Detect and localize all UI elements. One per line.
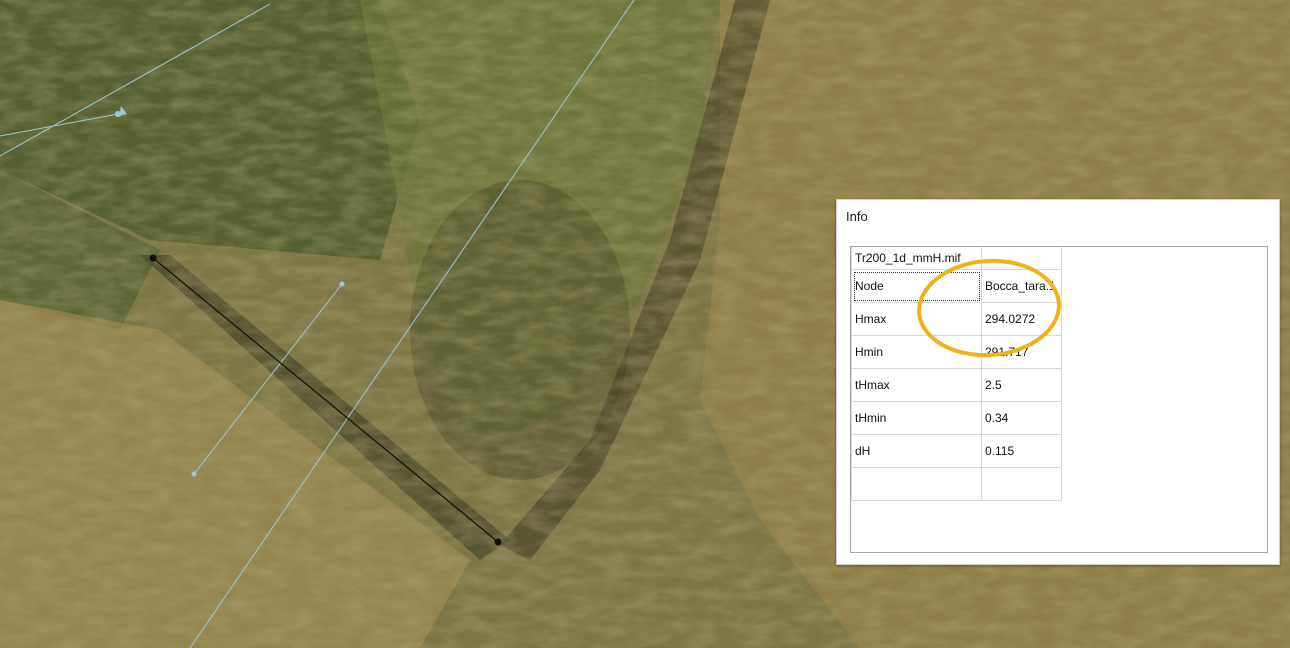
file-value-cell[interactable] bbox=[981, 247, 1062, 270]
table-row: Node Bocca_tara.1 bbox=[851, 269, 1062, 303]
row-label-cell[interactable]: Hmax bbox=[851, 302, 982, 336]
row-value-cell[interactable]: 0.115 bbox=[981, 434, 1062, 468]
info-table-area: Tr200_1d_mmH.mif Node Bocca_tara.1 Hmax … bbox=[850, 246, 1268, 553]
row-value-cell[interactable]: 2.5 bbox=[981, 368, 1062, 402]
table-row bbox=[851, 467, 1062, 501]
table-row: Hmax 294.0272 bbox=[851, 302, 1062, 336]
table-row: Hmin 291.717 bbox=[851, 335, 1062, 369]
row-label-cell[interactable]: Node bbox=[851, 269, 982, 303]
row-label-cell[interactable]: dH bbox=[851, 434, 982, 468]
network-node[interactable] bbox=[339, 281, 345, 287]
row-label-cell[interactable] bbox=[851, 467, 982, 501]
row-value-cell[interactable] bbox=[981, 467, 1062, 501]
table-row: tHmin 0.34 bbox=[851, 401, 1062, 435]
row-value-cell[interactable]: 0.34 bbox=[981, 401, 1062, 435]
row-value-cell[interactable]: 294.0272 bbox=[981, 302, 1062, 336]
row-label-cell[interactable]: tHmax bbox=[851, 368, 982, 402]
section-endpoint[interactable] bbox=[149, 254, 157, 262]
row-label-cell[interactable]: tHmin bbox=[851, 401, 982, 435]
row-value-cell[interactable]: Bocca_tara.1 bbox=[981, 269, 1062, 303]
info-panel: Info Tr200_1d_mmH.mif Node Bocca_tara.1 … bbox=[836, 199, 1280, 565]
network-node[interactable] bbox=[191, 471, 197, 477]
table-row: tHmax 2.5 bbox=[851, 368, 1062, 402]
info-table: Tr200_1d_mmH.mif Node Bocca_tara.1 Hmax … bbox=[851, 247, 1062, 501]
file-row: Tr200_1d_mmH.mif bbox=[851, 247, 1062, 270]
info-panel-title: Info bbox=[846, 209, 868, 224]
row-label-cell[interactable]: Hmin bbox=[851, 335, 982, 369]
section-endpoint[interactable] bbox=[494, 538, 502, 546]
table-row: dH 0.115 bbox=[851, 434, 1062, 468]
file-name-cell[interactable]: Tr200_1d_mmH.mif bbox=[851, 247, 982, 270]
row-value-cell[interactable]: 291.717 bbox=[981, 335, 1062, 369]
